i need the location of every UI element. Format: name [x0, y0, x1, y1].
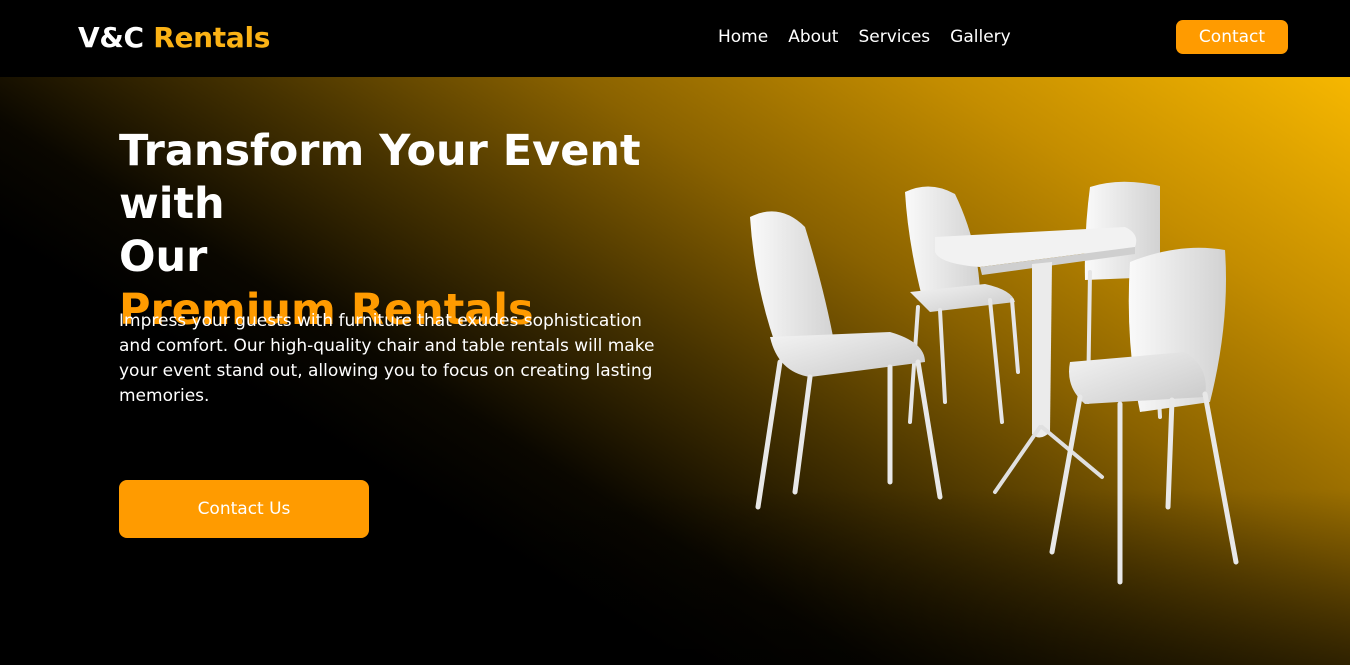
brand-name-part2: Rentals — [153, 21, 271, 54]
hero-headline: Transform Your Event with Our Premium Re… — [119, 125, 759, 337]
nav-link-gallery[interactable]: Gallery — [950, 25, 1011, 49]
chair-front-right — [1049, 247, 1239, 585]
nav-link-about[interactable]: About — [788, 25, 838, 49]
headline-line-2: Our — [119, 232, 208, 282]
chair-front-left — [750, 211, 943, 510]
nav-link-home[interactable]: Home — [718, 25, 768, 49]
headline-line-1: Transform Your Event with — [119, 126, 641, 229]
contact-us-button[interactable]: Contact Us — [119, 480, 369, 538]
nav-link-services[interactable]: Services — [858, 25, 930, 49]
brand-name-part1: V&C — [78, 21, 144, 54]
hero-description: Impress your guests with furniture that … — [119, 311, 655, 406]
nav-contact-button[interactable]: Contact — [1176, 20, 1288, 54]
brand-logo[interactable]: V&C Rentals — [78, 20, 270, 56]
chairs-and-table-illustration — [750, 181, 1239, 585]
nav-menu: Home About Services Gallery — [718, 25, 1011, 49]
top-navbar: V&C Rentals Home About Services Gallery … — [0, 0, 1350, 77]
hero-section: Transform Your Event with Our Premium Re… — [0, 77, 1350, 665]
